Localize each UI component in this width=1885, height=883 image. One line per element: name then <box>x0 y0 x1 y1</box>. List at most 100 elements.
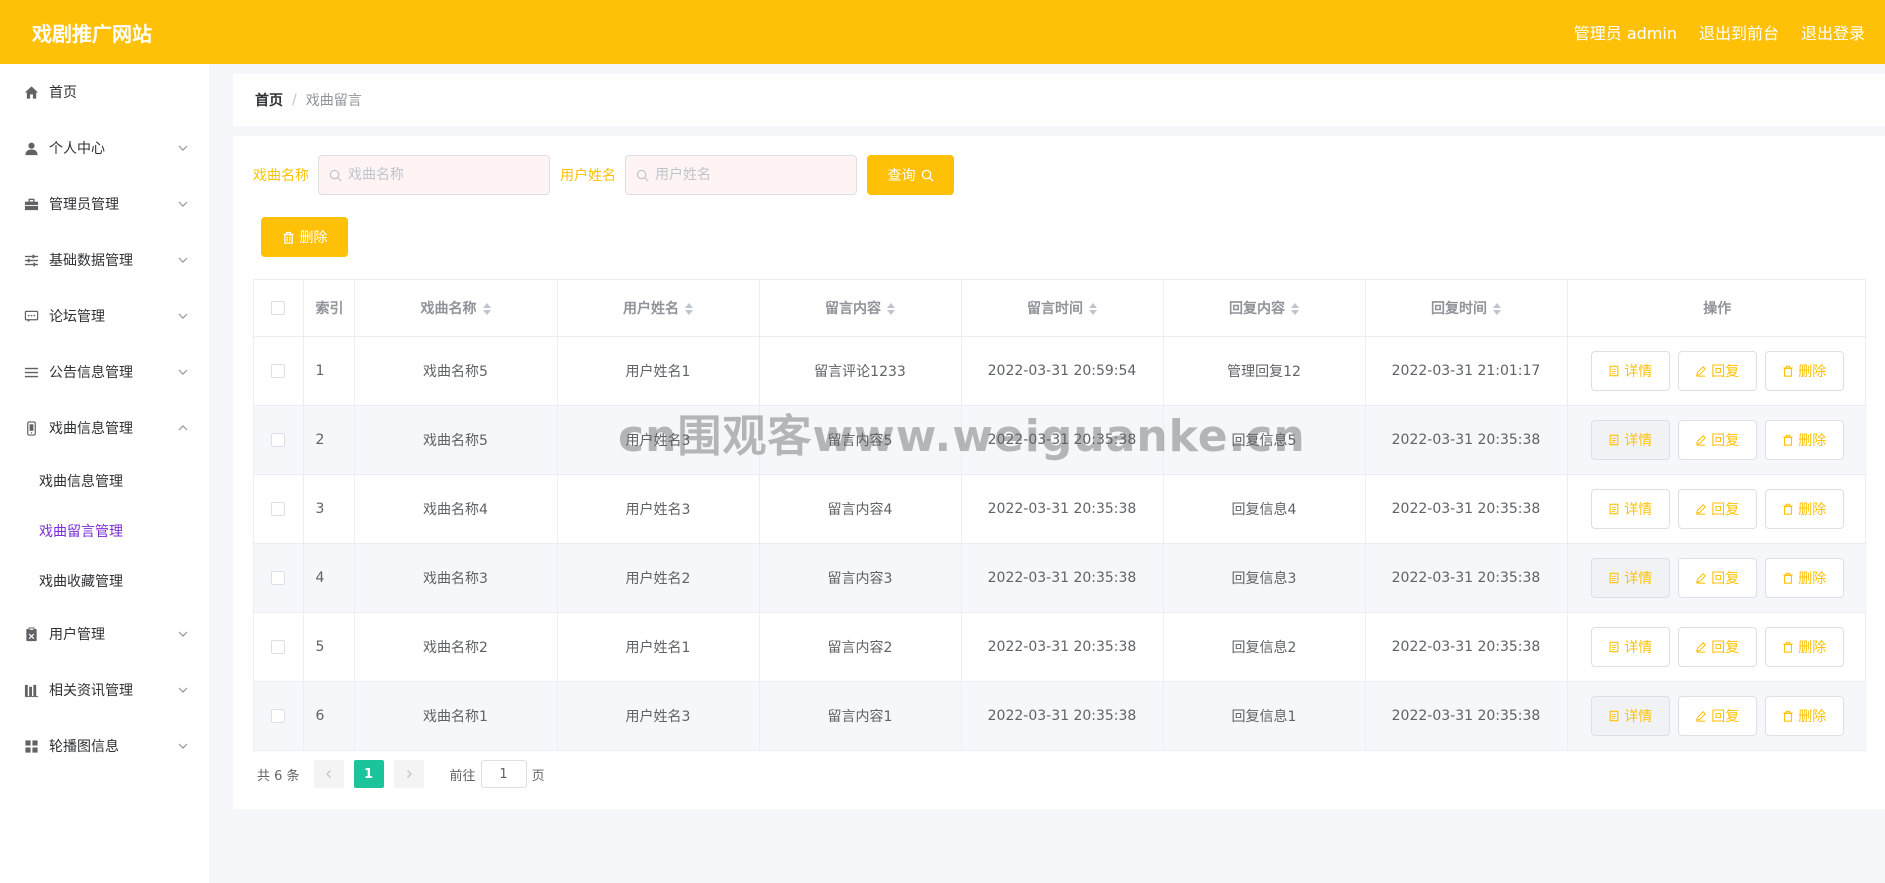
row-checkbox[interactable] <box>271 501 286 516</box>
cell-row-index: 1 <box>303 336 355 406</box>
trash-icon <box>1783 434 1793 446</box>
cell-opera-name: 戏曲名称4 <box>354 474 558 544</box>
edit-icon <box>1696 365 1707 377</box>
edit-icon <box>1696 572 1707 584</box>
page-number-button[interactable]: 1 <box>353 760 384 788</box>
clipboard-icon <box>22 625 40 643</box>
row-delete-button[interactable]: 删除 <box>1764 626 1844 667</box>
row-checkbox[interactable] <box>271 432 286 447</box>
row-checkbox[interactable] <box>271 570 286 585</box>
sidebar-item-news[interactable]: 相关资讯管理 <box>0 662 209 718</box>
row-delete-button[interactable]: 删除 <box>1764 557 1844 598</box>
sort-icon[interactable] <box>1089 302 1097 315</box>
detail-button[interactable]: 详情 <box>1590 488 1670 529</box>
header-message-time[interactable]: 留言时间 <box>961 280 1164 337</box>
reply-label: 回复 <box>1711 432 1740 449</box>
header-user-name[interactable]: 用户姓名 <box>557 280 760 337</box>
admin-label[interactable]: 管理员 admin <box>1574 20 1677 44</box>
reply-button[interactable]: 回复 <box>1677 626 1757 667</box>
sidebar-item-announcements[interactable]: 公告信息管理 <box>0 344 209 400</box>
search-icon <box>329 169 342 181</box>
row-select-cell <box>254 612 304 682</box>
goto-page-input[interactable] <box>480 760 527 788</box>
sidebar-item-carousel[interactable]: 轮播图信息 <box>0 718 209 774</box>
sidebar-item-admin-management[interactable]: 管理员管理 <box>0 176 209 232</box>
cell-user-name: 用户姓名2 <box>557 543 760 613</box>
detail-button[interactable]: 详情 <box>1590 557 1670 598</box>
chat-icon <box>22 307 40 325</box>
select-all-checkbox[interactable] <box>271 300 286 315</box>
prev-page-button[interactable] <box>313 760 344 788</box>
cell-row-index: 2 <box>303 405 355 475</box>
row-checkbox[interactable] <box>271 363 286 378</box>
sort-icon[interactable] <box>1493 302 1501 315</box>
cell-opera-name: 戏曲名称2 <box>354 612 558 682</box>
cell-user-name: 用户姓名3 <box>557 681 760 750</box>
reply-label: 回复 <box>1711 363 1740 380</box>
main-panel: 戏曲名称 用户姓名 查询 删除 索引 戏曲名称 <box>233 136 1885 809</box>
reply-button[interactable]: 回复 <box>1677 419 1757 460</box>
next-page-button[interactable] <box>393 760 424 788</box>
header-index: 索引 <box>303 280 355 337</box>
submenu-item-opera-messages[interactable]: 戏曲留言管理 <box>0 506 209 556</box>
sort-icon[interactable] <box>1291 302 1299 315</box>
query-button[interactable]: 查询 <box>867 155 954 195</box>
batch-delete-button[interactable]: 删除 <box>261 217 348 257</box>
row-checkbox[interactable] <box>271 708 286 723</box>
grid-icon <box>22 737 40 755</box>
sidebar-item-basic-data[interactable]: 基础数据管理 <box>0 232 209 288</box>
row-delete-button[interactable]: 删除 <box>1764 419 1844 460</box>
list-icon <box>22 363 40 381</box>
pagination-total: 共 6 条 <box>257 768 300 784</box>
sidebar-item-forum[interactable]: 论坛管理 <box>0 288 209 344</box>
row-delete-button[interactable]: 删除 <box>1764 695 1844 736</box>
submenu-item-opera-info[interactable]: 戏曲信息管理 <box>0 456 209 506</box>
detail-button[interactable]: 详情 <box>1590 350 1670 391</box>
breadcrumb-home[interactable]: 首页 <box>255 90 283 110</box>
header-reply-content[interactable]: 回复内容 <box>1163 280 1366 337</box>
user-name-input[interactable] <box>655 167 845 183</box>
sidebar-item-personal-center[interactable]: 个人中心 <box>0 120 209 176</box>
submenu-item-opera-favorites[interactable]: 戏曲收藏管理 <box>0 556 209 606</box>
header-reply-time[interactable]: 回复时间 <box>1365 280 1568 337</box>
detail-button[interactable]: 详情 <box>1590 419 1670 460</box>
breadcrumb: 首页 / 戏曲留言 <box>233 74 1885 126</box>
sidebar-item-users[interactable]: 用户管理 <box>0 606 209 662</box>
header-message-content[interactable]: 留言内容 <box>759 280 962 337</box>
document-icon <box>1609 641 1619 652</box>
detail-button[interactable]: 详情 <box>1590 695 1670 736</box>
reply-button[interactable]: 回复 <box>1677 350 1757 391</box>
row-actions-cell: 详情 回复 删除 <box>1567 405 1867 475</box>
row-checkbox[interactable] <box>271 639 286 654</box>
reply-button[interactable]: 回复 <box>1677 557 1757 598</box>
sidebar-item-opera-info[interactable]: 戏曲信息管理 <box>0 400 209 456</box>
sort-icon[interactable] <box>685 302 693 315</box>
back-to-front-link[interactable]: 退出到前台 <box>1699 20 1779 44</box>
reply-button[interactable]: 回复 <box>1677 488 1757 529</box>
header-opera-name[interactable]: 戏曲名称 <box>354 280 558 337</box>
document-icon <box>1609 434 1619 445</box>
sort-icon[interactable] <box>482 302 491 315</box>
cell-reply-content: 回复信息5 <box>1163 405 1366 475</box>
row-delete-button[interactable]: 删除 <box>1764 350 1844 391</box>
logout-link[interactable]: 退出登录 <box>1801 20 1865 44</box>
sort-icon[interactable] <box>887 302 895 315</box>
trash-icon <box>1783 572 1793 584</box>
sidebar-item-label: 论坛管理 <box>49 309 105 325</box>
trash-icon <box>1783 503 1793 515</box>
row-delete-button[interactable]: 删除 <box>1764 488 1844 529</box>
search-icon <box>921 169 934 182</box>
table-row: 4 戏曲名称3 用户姓名2 留言内容3 2022-03-31 20:35:38 回复信息3… <box>254 543 1867 613</box>
sidebar-item-label: 戏曲信息管理 <box>49 421 133 437</box>
cell-row-index: 4 <box>303 543 355 613</box>
detail-button[interactable]: 详情 <box>1590 626 1670 667</box>
table-row: 6 戏曲名称1 用户姓名3 留言内容1 2022-03-31 20:35:38 回复信息1… <box>254 681 1867 750</box>
cell-message-content: 留言内容2 <box>759 612 962 682</box>
table-row: 5 戏曲名称2 用户姓名1 留言内容2 2022-03-31 20:35:38 回复信息2… <box>254 612 1867 682</box>
search-icon <box>636 169 649 181</box>
sidebar-item-home[interactable]: 首页 <box>0 64 209 120</box>
reply-button[interactable]: 回复 <box>1677 695 1757 736</box>
opera-name-input[interactable] <box>348 167 538 183</box>
cell-user-name: 用户姓名3 <box>557 405 760 475</box>
breadcrumb-current: 戏曲留言 <box>305 93 362 109</box>
